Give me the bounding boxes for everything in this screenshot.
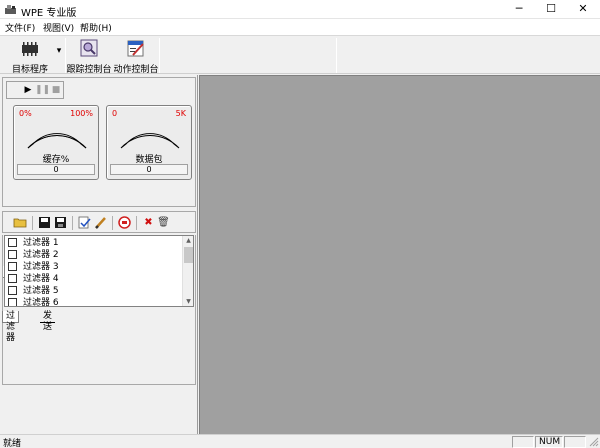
status-text: 就绪 — [3, 439, 22, 448]
status-bar: 就绪 NUM — [0, 434, 600, 448]
resize-grip-icon[interactable] — [588, 436, 599, 447]
menu-file[interactable]: 文件(F) — [5, 21, 35, 34]
filter-label: 过滤器 5 — [23, 286, 59, 296]
filter-label: 过滤器 3 — [23, 262, 59, 272]
pause-button[interactable]: ❚❚ — [35, 83, 50, 97]
status-pane-scroll — [564, 436, 586, 448]
list-item[interactable]: 过滤器 3 — [5, 261, 181, 273]
filter-toolbar-separator — [112, 216, 113, 230]
filter-label: 过滤器 6 — [23, 298, 59, 307]
buffer-gauge-value: 0 — [17, 164, 95, 175]
list-item[interactable]: 过滤器 4 — [5, 273, 181, 285]
action-console-button[interactable]: 动作控制台 — [113, 37, 159, 75]
trace-console-label: 跟踪控制台 — [66, 65, 112, 75]
open-folder-icon[interactable] — [13, 215, 28, 230]
left-panel: ▶ ❚❚ ■ 0% 100% 缓存% 0 0 5K 数据包 0 ✖ 🗑 过滤器 … — [0, 75, 198, 434]
mdi-workspace — [199, 75, 600, 434]
pencil-icon[interactable] — [93, 215, 108, 230]
scroll-thumb[interactable] — [184, 247, 193, 263]
save-as-icon[interactable] — [53, 215, 68, 230]
packet-gauge: 0 5K 数据包 0 — [106, 105, 192, 180]
filter-checkbox[interactable] — [8, 274, 17, 283]
buffer-gauge-max: 100% — [70, 109, 93, 118]
list-item[interactable]: 过滤器 2 — [5, 249, 181, 261]
delete-icon[interactable]: ✖ — [141, 215, 156, 230]
app-icon — [5, 5, 16, 14]
play-button[interactable]: ▶ — [21, 83, 35, 97]
maximize-button[interactable]: ☐ — [535, 0, 567, 18]
packet-gauge-value: 0 — [110, 164, 188, 175]
main-toolbar: 目标程序 ▾ 跟踪控制台 动作控制台 — [0, 35, 600, 75]
list-item[interactable]: 过滤器 6 — [5, 297, 181, 307]
menu-bar: 文件(F) 视图(V) 帮助(H) — [0, 19, 600, 35]
action-console-icon — [127, 40, 144, 57]
trash-icon[interactable]: 🗑 — [156, 215, 171, 230]
filter-checkbox[interactable] — [8, 262, 17, 271]
filter-label: 过滤器 1 — [23, 238, 59, 248]
magnifier-icon — [80, 39, 98, 57]
filter-list[interactable]: 过滤器 1 过滤器 2 过滤器 3 过滤器 4 过滤器 5 过滤器 6 ▲ ▼ — [4, 235, 194, 307]
on-off-icon[interactable] — [117, 215, 132, 230]
tab-filters[interactable]: 过滤器 — [2, 311, 20, 343]
buffer-gauge: 0% 100% 缓存% 0 — [13, 105, 99, 180]
packet-gauge-min: 0 — [112, 109, 118, 118]
minimize-button[interactable]: ─ — [503, 0, 535, 18]
trace-console-button[interactable]: 跟踪控制台 — [66, 37, 112, 75]
list-item[interactable]: 过滤器 1 — [5, 237, 181, 249]
filter-checkbox[interactable] — [8, 286, 17, 295]
filter-list-scrollbar[interactable]: ▲ ▼ — [182, 236, 193, 306]
filter-label: 过滤器 2 — [23, 250, 59, 260]
toolbar-separator — [159, 38, 160, 73]
filter-checkbox[interactable] — [8, 298, 17, 306]
filter-label: 过滤器 4 — [23, 274, 59, 284]
filter-checkbox[interactable] — [8, 238, 17, 247]
list-item[interactable]: 过滤器 5 — [5, 285, 181, 297]
target-dropdown-arrow[interactable]: ▾ — [55, 46, 63, 58]
action-console-label: 动作控制台 — [113, 65, 159, 75]
chip-icon — [22, 42, 38, 56]
close-button[interactable]: ✕ — [567, 0, 599, 18]
filter-toolbar-separator — [72, 216, 73, 230]
toolbar-separator — [336, 38, 337, 73]
menu-view[interactable]: 视图(V) — [43, 21, 74, 34]
status-num: NUM — [535, 436, 563, 448]
target-program-label: 目标程序 — [11, 65, 48, 75]
buffer-gauge-min: 0% — [19, 109, 32, 118]
tab-send[interactable]: 发送 — [40, 311, 56, 332]
filter-toolbar-separator — [32, 216, 33, 230]
gauge-panel: ▶ ❚❚ ■ 0% 100% 缓存% 0 0 5K 数据包 0 — [2, 77, 196, 207]
playback-toolbar: ▶ ❚❚ ■ — [6, 81, 64, 99]
status-pane-empty — [512, 436, 534, 448]
edit-check-icon[interactable] — [77, 215, 92, 230]
stop-button[interactable]: ■ — [49, 83, 63, 97]
filter-toolbar-separator — [136, 216, 137, 230]
menu-help[interactable]: 帮助(H) — [80, 21, 112, 34]
title-bar: WPE 专业版 ─ ☐ ✕ — [0, 0, 600, 19]
scroll-down-icon[interactable]: ▼ — [183, 297, 193, 306]
save-icon[interactable] — [37, 215, 52, 230]
packet-gauge-max: 5K — [175, 109, 186, 118]
scroll-up-icon[interactable]: ▲ — [183, 236, 193, 245]
filter-checkbox[interactable] — [8, 250, 17, 259]
window-title: WPE 专业版 — [21, 8, 77, 19]
target-program-button[interactable]: 目标程序 — [6, 37, 54, 75]
